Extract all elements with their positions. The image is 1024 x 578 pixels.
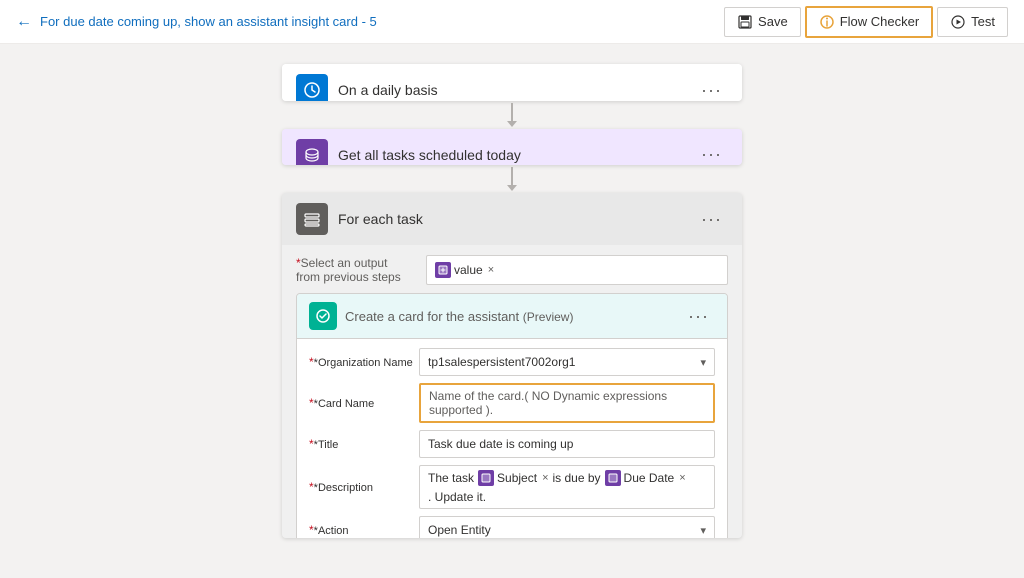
subject-tag: Subject × [478,470,548,486]
action-row: **Action Open Entity ▾ [309,515,715,538]
description-row: **Description The task Subject [309,465,715,509]
title-value: Task due date is coming up [428,437,573,451]
header-actions: Save Flow Checker Test [724,6,1008,38]
save-label: Save [758,14,788,29]
foreach-header: For each task ··· [282,193,742,245]
action-chevron: ▾ [700,524,706,537]
duedate-tag-text: Due Date [624,471,675,485]
daily-icon [296,74,328,101]
org-name-input[interactable]: tp1salespersistent7002org1 ▾ [419,348,715,376]
action-label: **Action [309,523,419,537]
select-output-row: *Select an outputfrom previous steps val… [296,255,728,285]
flow-checker-icon [819,14,835,30]
save-button[interactable]: Save [724,7,801,37]
tasks-node: Get all tasks scheduled today ··· [282,129,742,166]
tasks-more[interactable]: ··· [695,142,728,165]
daily-node: On a daily basis ··· [282,64,742,101]
foreach-icon [296,203,328,235]
desc-suffix: . Update it. [428,490,486,504]
page-title: For due date coming up, show an assistan… [40,14,377,29]
card-name-label: **Card Name [309,396,419,410]
card-node: Create a card for the assistant (Preview… [296,293,728,538]
daily-more[interactable]: ··· [695,78,728,101]
value-tag-close[interactable]: × [488,264,494,276]
subject-tag-close[interactable]: × [542,472,548,484]
save-icon [737,14,753,30]
foreach-more[interactable]: ··· [695,207,728,232]
test-label: Test [971,14,995,29]
desc-middle: is due by [553,471,601,485]
card-name-placeholder: Name of the card.( NO Dynamic expression… [429,389,705,417]
duedate-tag: Due Date × [605,470,686,486]
test-icon [950,14,966,30]
description-label: **Description [309,480,419,494]
card-node-title: Create a card for the assistant (Preview… [345,309,682,324]
card-name-row: **Card Name Name of the card.( NO Dynami… [309,383,715,423]
value-tag-icon [435,262,451,278]
connector-1 [507,103,517,127]
card-more[interactable]: ··· [682,304,715,329]
card-fields: **Organization Name tp1salespersistent70… [297,339,727,538]
foreach-node: For each task ··· *Select an outputfrom … [282,193,742,538]
breadcrumb[interactable]: ← For due date coming up, show an assist… [16,13,724,31]
title-label: **Title [309,437,419,451]
duedate-tag-close[interactable]: × [679,472,685,484]
org-name-row: **Organization Name tp1salespersistent70… [309,347,715,377]
test-button[interactable]: Test [937,7,1008,37]
daily-node-header: On a daily basis ··· [282,64,742,101]
tasks-icon [296,139,328,166]
foreach-title: For each task [338,211,695,227]
subject-tag-icon [478,470,494,486]
description-input[interactable]: The task Subject × is due by [419,465,715,509]
select-output-label: *Select an outputfrom previous steps [296,256,426,284]
tasks-title: Get all tasks scheduled today [338,147,695,163]
value-tag: value × [435,262,494,278]
daily-title: On a daily basis [338,82,695,98]
title-row: **Title Task due date is coming up [309,429,715,459]
header: ← For due date coming up, show an assist… [0,0,1024,44]
card-name-input[interactable]: Name of the card.( NO Dynamic expression… [419,383,715,423]
action-value: Open Entity [428,523,491,537]
foreach-body: *Select an outputfrom previous steps val… [282,245,742,538]
back-icon: ← [16,13,32,31]
card-node-header: Create a card for the assistant (Preview… [297,294,727,339]
subject-tag-text: Subject [497,471,537,485]
desc-prefix: The task [428,471,474,485]
duedate-tag-icon [605,470,621,486]
select-output-input[interactable]: value × [426,255,728,285]
card-icon [309,302,337,330]
connector-2 [507,167,517,191]
org-name-label: **Organization Name [309,355,419,369]
action-input[interactable]: Open Entity ▾ [419,516,715,538]
title-input[interactable]: Task due date is coming up [419,430,715,458]
tasks-node-header: Get all tasks scheduled today ··· [282,129,742,166]
flow-checker-label: Flow Checker [840,14,919,29]
flow-checker-button[interactable]: Flow Checker [805,6,933,38]
canvas: On a daily basis ··· Get all tasks sched… [0,44,1024,578]
org-name-value: tp1salespersistent7002org1 [428,355,575,369]
org-name-chevron: ▾ [700,356,706,369]
value-tag-text: value [454,263,483,277]
